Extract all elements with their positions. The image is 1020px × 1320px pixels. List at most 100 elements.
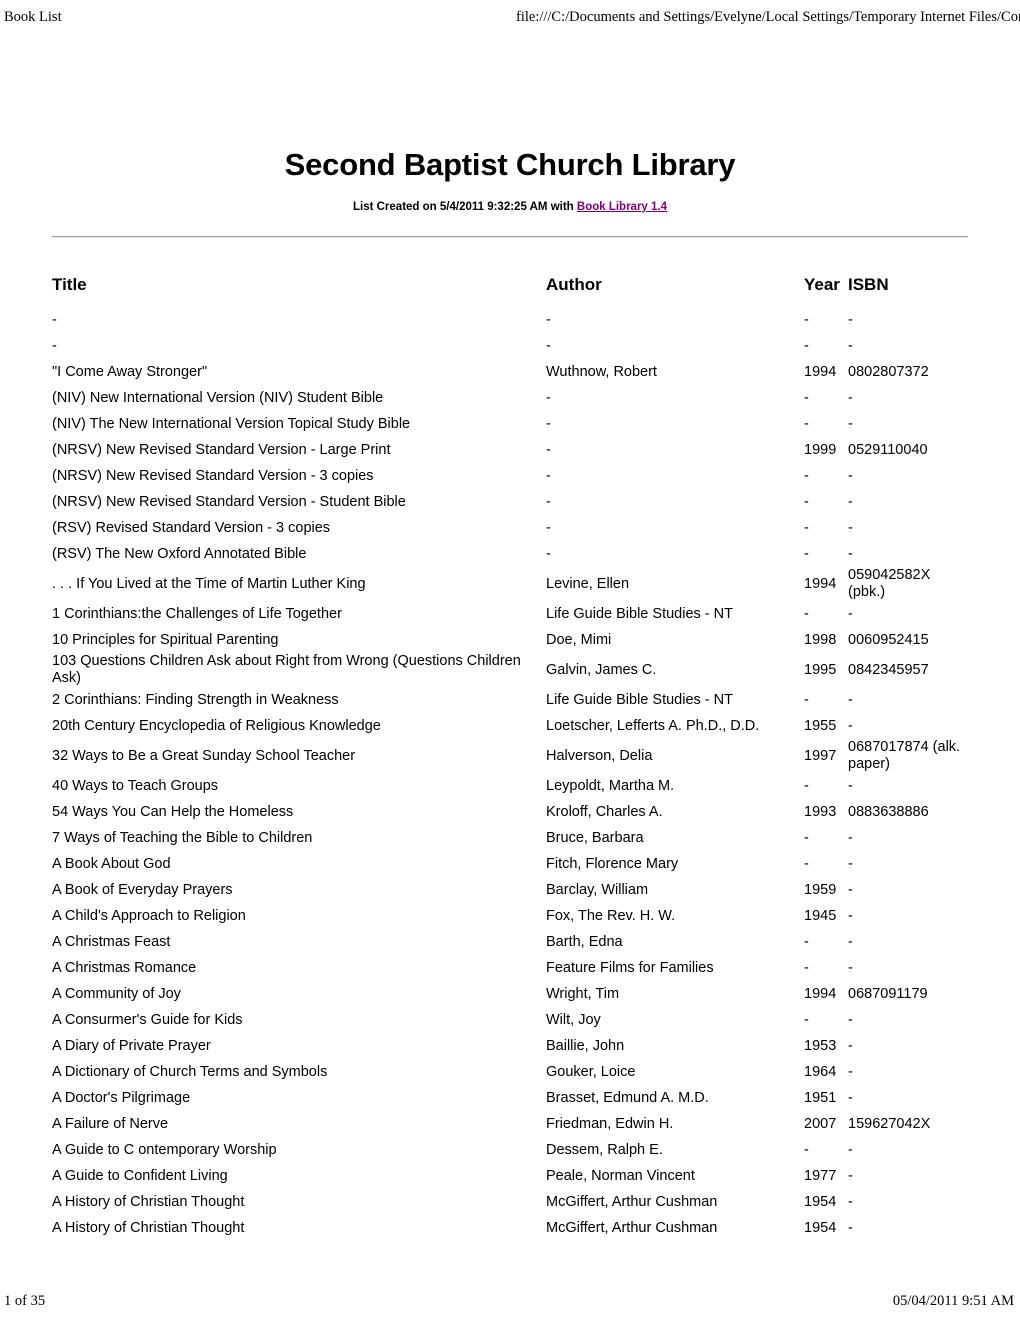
table-row: A Dictionary of Church Terms and Symbols…: [52, 1059, 968, 1085]
book-year-cell: 1945: [804, 907, 837, 924]
book-year-cell: -: [804, 311, 809, 328]
book-title-cell: (NIV) The New International Version Topi…: [52, 415, 411, 432]
book-title-cell: "I Come Away Stronger": [52, 363, 208, 380]
book-year-cell: 1999: [804, 441, 837, 458]
book-isbn-cell: -: [848, 1193, 853, 1210]
book-isbn-cell: -: [848, 907, 853, 924]
print-header: Book List file:///C:/Documents and Setti…: [0, 8, 1020, 28]
book-year-cell: -: [804, 691, 809, 708]
book-isbn-cell: -: [848, 829, 853, 846]
book-title-cell: A Consurmer's Guide for Kids: [52, 1011, 243, 1028]
book-isbn-cell: -: [848, 311, 853, 328]
book-year-cell: 1993: [804, 803, 837, 820]
book-isbn-cell: 159627042X: [848, 1115, 931, 1132]
book-title-cell: 10 Principles for Spiritual Parenting: [52, 631, 279, 648]
book-title-cell: A History of Christian Thought: [52, 1193, 245, 1210]
book-year-cell: 1995: [804, 661, 837, 678]
column-header-title: Title: [52, 275, 87, 294]
book-year-cell: -: [804, 545, 809, 562]
book-author-cell: Feature Films for Families: [546, 959, 714, 976]
column-header-isbn: ISBN: [848, 275, 889, 294]
book-author-cell: Brasset, Edmund A. M.D.: [546, 1089, 709, 1106]
book-title-cell: 40 Ways to Teach Groups: [52, 777, 219, 794]
book-title-cell: A Diary of Private Prayer: [52, 1037, 211, 1054]
book-author-cell: Barth, Edna: [546, 933, 623, 950]
book-title-cell: -: [52, 311, 57, 328]
book-title-cell: 103 Questions Children Ask about Right f…: [52, 653, 521, 686]
book-isbn-cell: -: [848, 933, 853, 950]
book-year-cell: -: [804, 389, 809, 406]
table-row: A Book of Everyday Prayers Barclay, Willi…: [52, 877, 968, 903]
table-row: A Diary of Private Prayer Baillie, John 19…: [52, 1033, 968, 1059]
book-author-cell: Wright, Tim: [546, 985, 620, 1002]
book-title-cell: A Doctor's Pilgrimage: [52, 1089, 191, 1106]
book-author-cell: Leypoldt, Martha M.: [546, 777, 675, 794]
book-isbn-cell: 059042582X (pbk.): [848, 567, 931, 600]
book-author-cell: -: [546, 545, 551, 562]
book-isbn-cell: 0060952415: [848, 631, 929, 648]
book-year-cell: 1998: [804, 631, 837, 648]
book-library-link[interactable]: Book Library 1.4: [577, 201, 667, 213]
table-row: "I Come Away Stronger" Wuthnow, Robert 199…: [52, 359, 968, 385]
book-year-cell: -: [804, 605, 809, 622]
book-isbn-cell: 0529110040: [848, 441, 928, 458]
book-author-cell: Kroloff, Charles A.: [546, 803, 663, 820]
table-header: Title Author Year ISBN: [52, 276, 968, 307]
book-title-cell: (RSV) The New Oxford Annotated Bible: [52, 545, 307, 562]
table-header-row: Title Author Year ISBN: [52, 276, 968, 307]
book-isbn-cell: -: [848, 1167, 853, 1184]
book-author-cell: -: [546, 519, 551, 536]
book-year-cell: -: [804, 777, 809, 794]
book-author-cell: Barclay, William: [546, 881, 649, 898]
book-year-cell: -: [804, 1141, 809, 1158]
print-footer: 1 of 35 05/04/2011 9:51 AM: [0, 1292, 1020, 1312]
table-row: A Guide to C ontemporary Worship Dessem, …: [52, 1137, 968, 1163]
book-year-cell: 1954: [804, 1219, 837, 1236]
column-header-author: Author: [546, 275, 602, 294]
book-title-cell: -: [52, 337, 57, 354]
table-row: A Book About God Fitch, Florence Mary - -: [52, 851, 968, 877]
book-title-cell: A Christmas Feast: [52, 933, 171, 950]
table-row: 54 Ways You Can Help the Homeless Kroloff…: [52, 799, 968, 825]
table-row: (NRSV) New Revised Standard Version - St…: [52, 489, 968, 515]
book-author-cell: -: [546, 467, 551, 484]
book-isbn-cell: 0883638886: [848, 803, 929, 820]
book-author-cell: -: [546, 441, 551, 458]
book-year-cell: -: [804, 959, 809, 976]
book-isbn-cell: -: [848, 519, 853, 536]
book-year-cell: -: [804, 829, 809, 846]
book-isbn-cell: -: [848, 1141, 853, 1158]
book-title-cell: A Book About God: [52, 855, 171, 872]
book-isbn-cell: 0687017874 (alk. paper): [848, 739, 961, 772]
book-author-cell: Levine, Ellen: [546, 575, 630, 592]
book-isbn-cell: 0802807372: [848, 363, 929, 380]
book-isbn-cell: -: [848, 415, 853, 432]
book-author-cell: Doe, Mimi: [546, 631, 612, 648]
book-title-cell: A Community of Joy: [52, 985, 181, 1002]
book-year-cell: -: [804, 467, 809, 484]
creation-info: List Created on 5/4/2011 9:32:25 AM with…: [0, 200, 1020, 215]
table-row: (RSV) The New Oxford Annotated Bible - - -: [52, 541, 968, 567]
creation-info-text: List Created on 5/4/2011 9:32:25 AM with: [352, 201, 577, 213]
book-isbn-cell: -: [848, 467, 853, 484]
book-year-cell: 2007: [804, 1115, 837, 1132]
column-header-year: Year: [804, 275, 840, 294]
book-isbn-cell: -: [848, 1219, 853, 1236]
table-row: . . . If You Lived at the Time of Martin…: [52, 567, 968, 601]
book-author-cell: Wuthnow, Robert: [546, 363, 657, 380]
table-row: (NIV) New International Version (NIV) St…: [52, 385, 968, 411]
table-row: A Consurmer's Guide for Kids Wilt, Joy - -: [52, 1007, 968, 1033]
book-title-cell: A Guide to Confident Living: [52, 1167, 228, 1184]
book-year-cell: 1955: [804, 717, 837, 734]
table-row: A Guide to Confident Living Peale, Norman…: [52, 1163, 968, 1189]
book-title-cell: (NRSV) New Revised Standard Version - La…: [52, 441, 391, 458]
book-title-cell: 32 Ways to Be a Great Sunday School Teac…: [52, 747, 356, 764]
book-author-cell: -: [546, 311, 551, 328]
book-year-cell: 1994: [804, 985, 837, 1002]
book-author-cell: McGiffert, Arthur Cushman: [546, 1193, 718, 1210]
book-author-cell: Halverson, Delia: [546, 747, 653, 764]
book-isbn-cell: -: [848, 493, 853, 510]
book-author-cell: Dessem, Ralph E.: [546, 1141, 663, 1158]
book-title-cell: 2 Corinthians: Finding Strength in Weakn…: [52, 691, 339, 708]
book-year-cell: -: [804, 415, 809, 432]
